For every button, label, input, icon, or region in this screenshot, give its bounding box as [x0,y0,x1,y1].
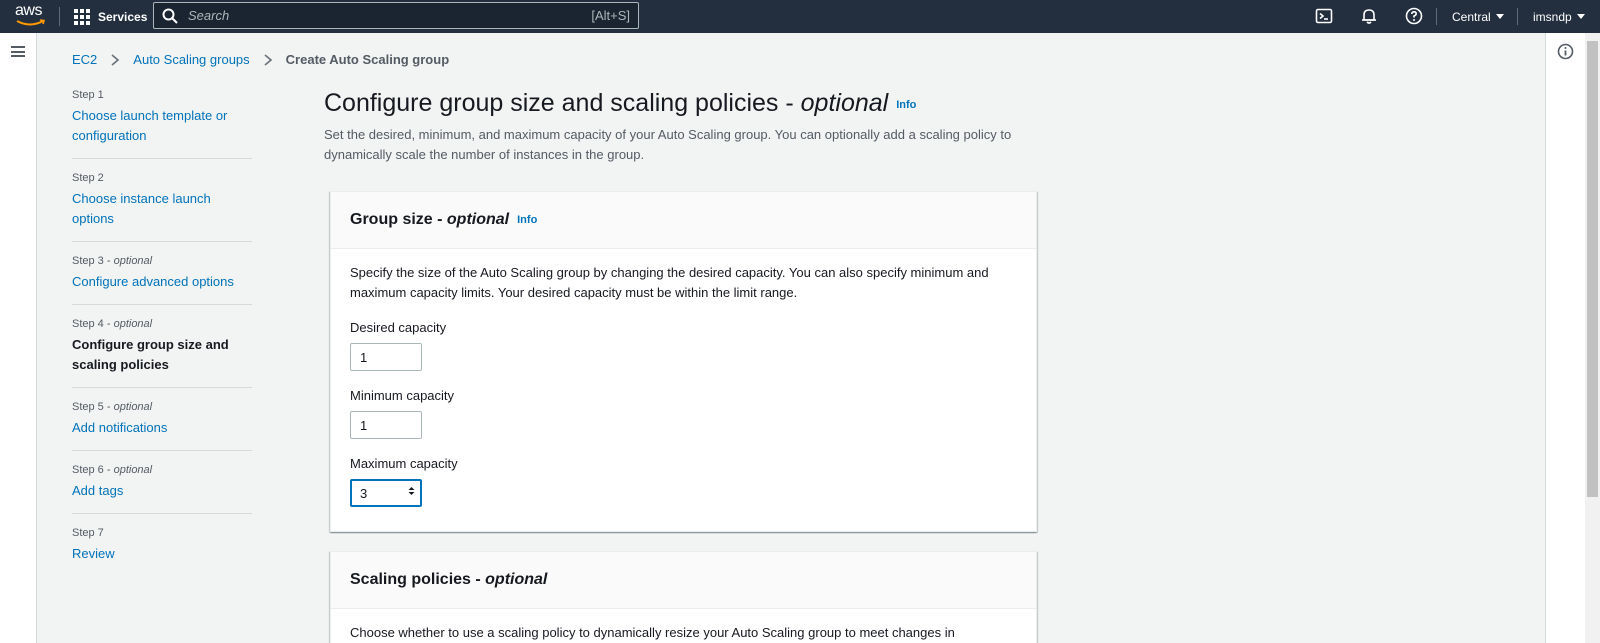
scaling-policies-description: Choose whether to use a scaling policy t… [350,625,955,640]
step-number: Step 4 - optional [72,318,153,330]
breadcrumb: EC2 Auto Scaling groups Create Auto Scal… [72,52,449,67]
services-grid-icon [74,8,90,25]
wizard-step: Step 2 Choose instance launch options [72,171,252,242]
step-link-review[interactable]: Review [72,544,252,564]
step-number: Step 5 - optional [72,401,153,413]
group-size-description: Specify the size of the Auto Scaling gro… [350,265,989,300]
account-menu[interactable]: imsndp [1533,0,1585,33]
breadcrumb-auto-scaling-groups[interactable]: Auto Scaling groups [133,52,249,67]
menu-hamburger-icon[interactable] [11,46,25,57]
maximum-capacity-field [350,479,422,507]
chevron-right-icon [111,53,120,66]
search-shortcut-hint: [Alt+S] [591,8,630,23]
scaling-policies-container: Scaling policies - optional Choose wheth… [330,551,1037,643]
page-description: Set the desired, minimum, and maximum ca… [324,127,1012,162]
services-label: Services [98,9,148,24]
chevron-down-icon [1495,14,1504,19]
wizard-step: Step 7 Review [72,526,252,576]
wizard-steps: Step 1 Choose launch template or configu… [72,88,252,588]
minimum-capacity-label: Minimum capacity [350,388,455,403]
step-number: Step 7 [72,527,104,539]
step-number: Step 6 - optional [72,464,153,476]
tools-panel-rail [1545,33,1585,643]
aws-logo-text: aws [15,2,42,19]
cloudshell-icon[interactable] [1315,7,1333,25]
step-link-choose-launch-template[interactable]: Choose launch template or configuration [72,106,252,146]
step-link-advanced-options[interactable]: Configure advanced options [72,272,252,292]
region-label: Central [1452,9,1491,24]
search-icon [162,8,178,24]
nav-divider [1517,8,1518,25]
wizard-step: Step 3 - optional Configure advanced opt… [72,254,252,305]
step-link-instance-launch-options[interactable]: Choose instance launch options [72,189,252,229]
wizard-step: Step 6 - optional Add tags [72,463,252,514]
page-title: Configure group size and scaling policie… [324,89,917,117]
scrollbar-thumb[interactable] [1587,41,1598,497]
breadcrumb-ec2[interactable]: EC2 [72,52,97,67]
chevron-right-icon [264,53,272,66]
minimum-capacity-input[interactable] [350,411,422,439]
search-input[interactable] [188,8,592,23]
notifications-bell-icon[interactable] [1360,7,1378,25]
nav-divider [59,7,60,26]
group-size-container: Group size - optional Info Specify the s… [330,191,1037,532]
nav-divider [1436,8,1437,25]
step-link-add-notifications[interactable]: Add notifications [72,418,252,438]
page-info-link[interactable]: Info [896,99,916,111]
help-icon[interactable] [1405,7,1423,25]
scaling-policies-title: Scaling policies - optional [350,571,548,588]
wizard-step: Step 5 - optional Add notifications [72,400,252,451]
step-link-add-tags[interactable]: Add tags [72,481,252,501]
desired-capacity-input[interactable] [350,343,422,371]
page-scrollbar[interactable] [1585,33,1600,643]
side-navigation-rail [0,33,37,643]
scaling-policies-header: Scaling policies - optional [331,552,1036,609]
group-size-info-link[interactable]: Info [517,214,537,226]
region-selector[interactable]: Central [1452,0,1504,33]
aws-logo[interactable]: aws [15,3,47,29]
wizard-step: Step 1 Choose launch template or configu… [72,88,252,159]
step-number: Step 2 [72,172,104,184]
step-current-group-size: Configure group size and scaling policie… [72,337,229,372]
desired-capacity-label: Desired capacity [350,320,447,335]
maximum-capacity-label: Maximum capacity [350,456,458,471]
number-spinner-icon[interactable] [408,486,415,496]
breadcrumb-current: Create Auto Scaling group [285,52,450,67]
group-size-title: Group size - optional [350,211,510,228]
step-number: Step 3 - optional [72,255,153,267]
search-bar[interactable]: [Alt+S] [153,2,639,29]
chevron-down-icon [1576,14,1585,19]
aws-smile-icon [16,19,46,26]
top-navigation-bar: aws Services [Alt+S] Central [0,0,1600,33]
services-menu-button[interactable]: Services [74,0,147,33]
user-label: imsndp [1533,9,1572,24]
group-size-header: Group size - optional Info [331,192,1036,249]
group-size-body: Specify the size of the Auto Scaling gro… [331,249,1036,507]
scaling-policies-body: Choose whether to use a scaling policy t… [331,609,1036,643]
info-icon[interactable] [1557,43,1574,60]
wizard-step-active: Step 4 - optional Configure group size a… [72,317,252,388]
step-number: Step 1 [72,89,104,101]
